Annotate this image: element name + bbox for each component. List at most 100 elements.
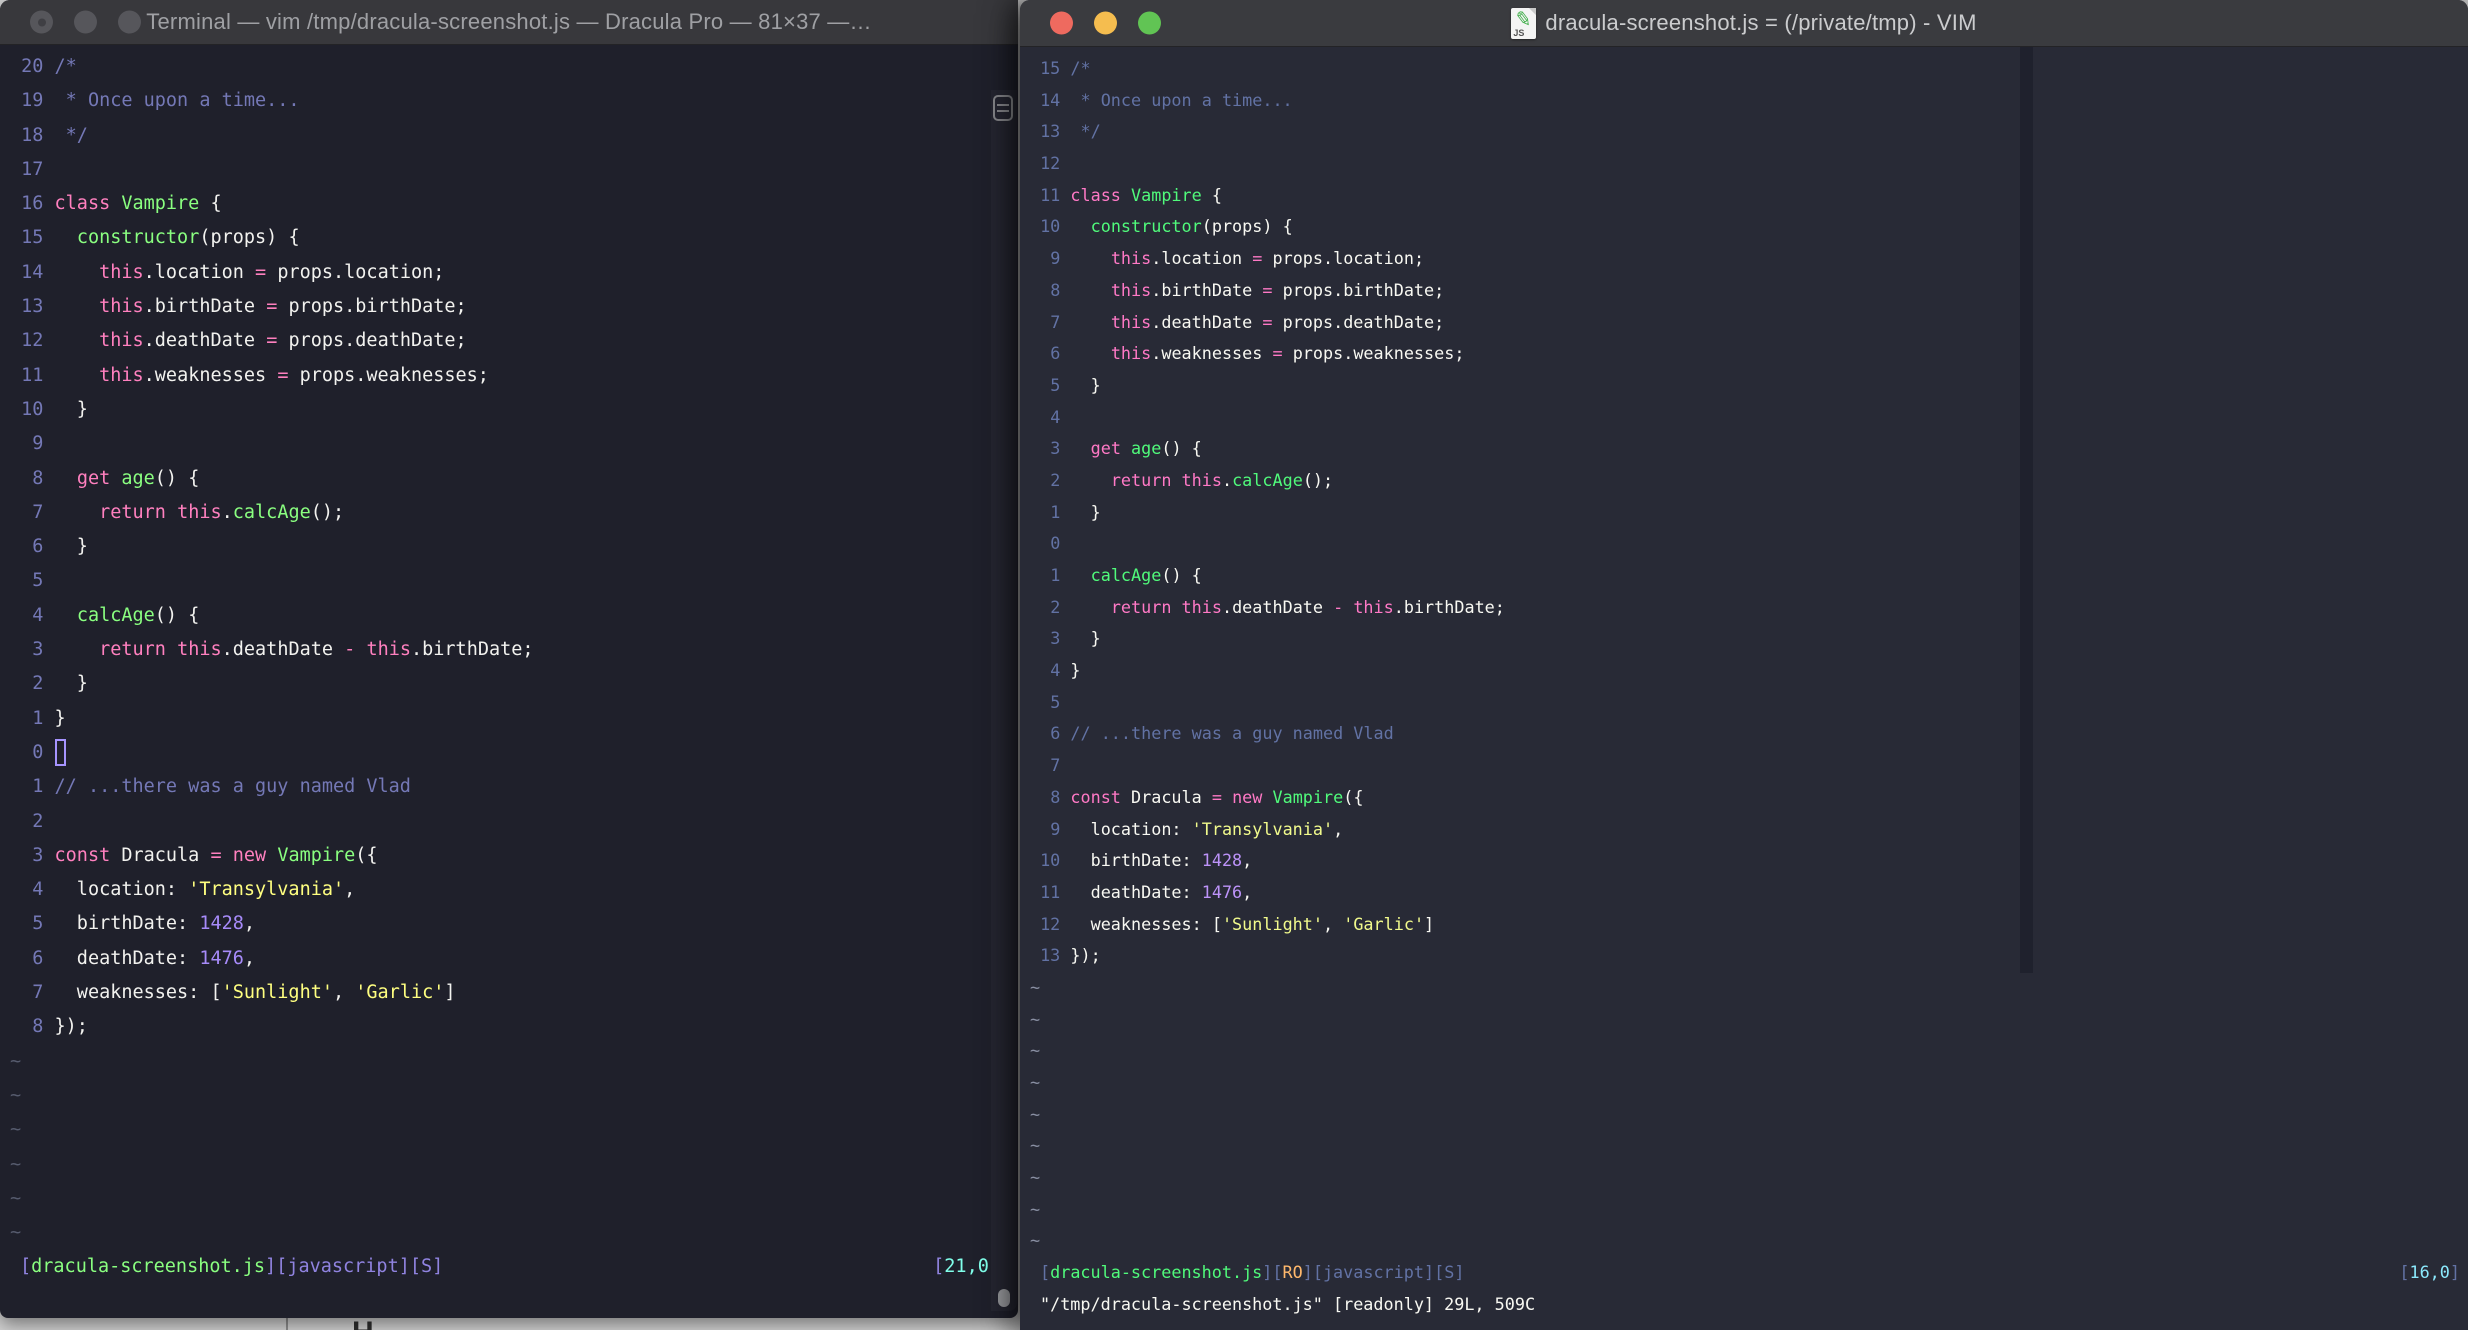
line-number: 19 [21,90,44,112]
code-token: ][ [1262,1262,1283,1283]
statusline-file-info: [dracula-screenshot.js][javascript][S] [20,1250,443,1284]
code-token: props.birthDate; [1272,279,1445,300]
traffic-lights [1050,11,1161,35]
code-token: this [1181,469,1222,490]
code-token: calcAge [1232,469,1303,490]
code-token: = [277,364,289,386]
tilde-line: ~ [10,1050,22,1072]
code-token: 21,0 [944,1256,989,1278]
code-line: 8 get age() { [10,462,1018,496]
macvim-titlebar[interactable]: ✎ JS dracula-screenshot.js = (/private/t… [1020,0,2468,47]
code-token: props.weaknesses; [288,364,489,386]
code-token: 'Transylvania' [188,879,345,901]
code-line: 6 this.weaknesses = props.weaknesses; [1030,338,2468,370]
code-token: // ...there was a guy named Vlad [54,776,411,798]
line-number: 1 [1050,501,1061,522]
code-token: ][ [1302,1262,1323,1283]
code-token: calcAge [232,501,311,523]
code-token: = [266,330,278,352]
line-number: 12 [1040,913,1061,934]
code-line: 5 } [1030,370,2468,402]
terminal-scrollbar[interactable] [991,90,1017,1311]
vim-command-line: "/tmp/dracula-screenshot.js" [readonly] … [1040,1293,1536,1314]
code-token: } [1070,628,1101,649]
code-token: return [99,639,178,661]
code-token: , [333,982,356,1004]
macvim-scrollbar-track[interactable] [2020,47,2033,973]
terminal-window[interactable]: Terminal — vim /tmp/dracula-screenshot.j… [0,0,1018,1318]
code-token: 1476 [199,947,244,969]
code-token: } [1070,660,1081,681]
code-token: () { [154,467,200,489]
code-line: 14 * Once upon a time... [1030,85,2468,117]
minimize-button[interactable] [74,10,97,34]
code-token: calcAge [1090,565,1162,585]
vim-statusline: [dracula-screenshot.js][javascript][S] [2… [20,1250,1000,1284]
line-number: 6 [1050,723,1061,744]
line-number: 10 [1040,850,1061,871]
code-line: 15 constructor(props) { [10,221,1018,255]
scrollbar-mark-icon[interactable] [993,95,1013,121]
macvim-window[interactable]: ✎ JS dracula-screenshot.js = (/private/t… [1020,0,2468,1330]
vim-buffer-left[interactable]: 20/* 19 * Once upon a time... 18 */17 16 cla… [0,45,1018,1318]
code-line: 5 [10,564,1018,598]
code-token: location: [1070,818,1192,839]
code-line: 13 this.birthDate = props.birthDate; [10,290,1018,324]
scrollbar-thumb[interactable] [998,1289,1010,1307]
code-token: this [1353,596,1394,617]
line-number: 15 [21,227,44,249]
code-token: 1428 [199,913,244,935]
code-token: , [1323,913,1344,934]
zoom-button[interactable] [118,10,141,34]
minimize-button[interactable] [1094,11,1117,35]
tilde-line: ~ [1030,1072,1041,1092]
code-line: 12 this.deathDate = props.deathDate; [10,324,1018,358]
code-line: 9 [10,427,1018,461]
terminal-titlebar[interactable]: Terminal — vim /tmp/dracula-screenshot.j… [0,0,1018,45]
vim-buffer-right[interactable]: 15/* 14 * Once upon a time... 13 */12 11 cla… [1020,47,2468,1330]
desktop: { "left_window": { "title": "Terminal — … [0,0,2468,1330]
line-number: 7 [32,501,44,523]
code-line: 1 } [1030,497,2468,529]
code-token: [ [933,1256,945,1278]
code-line: 8}); [10,1010,1018,1044]
code-token: const [54,844,122,866]
code-token: = [1262,311,1273,332]
line-number: 7 [1050,755,1061,776]
line-number: 6 [1050,343,1061,364]
code-token: age [121,467,155,489]
code-line: 9 this.location = props.location; [1030,243,2468,275]
code-token: , [243,913,256,935]
code-token: .weaknesses [1151,343,1273,364]
code-line: 1} [10,702,1018,736]
code-token: ] [2449,1262,2460,1283]
code-token: , [1242,881,1253,902]
zoom-button[interactable] [1138,11,1161,35]
code-line: 13}); [1030,940,2468,972]
code-token: RO [1282,1262,1303,1283]
code-token: this [177,501,222,523]
tilde-line: ~ [1030,1198,1041,1219]
line-number: 5 [32,913,44,935]
tilde-line: ~ [1030,1167,1041,1188]
code-token: ][ [265,1256,288,1278]
code-token: props.location; [1262,248,1425,269]
js-document-icon[interactable]: ✎ JS [1511,7,1537,39]
close-button[interactable] [1050,11,1073,35]
code-token: Dracula [121,844,211,866]
close-button[interactable] [30,10,53,34]
code-line: 10 birthDate: 1428, [1030,845,2468,877]
tilde-line: ~ [10,1222,22,1244]
code-token: - [1333,596,1344,617]
vim-command-line [20,1285,1000,1318]
line-number: 7 [1050,311,1061,332]
line-number: 5 [1050,691,1061,712]
vim-cursor [54,738,66,767]
code-line: 7 weaknesses: ['Sunlight', 'Garlic'] [10,976,1018,1010]
code-token: new [1232,786,1273,807]
